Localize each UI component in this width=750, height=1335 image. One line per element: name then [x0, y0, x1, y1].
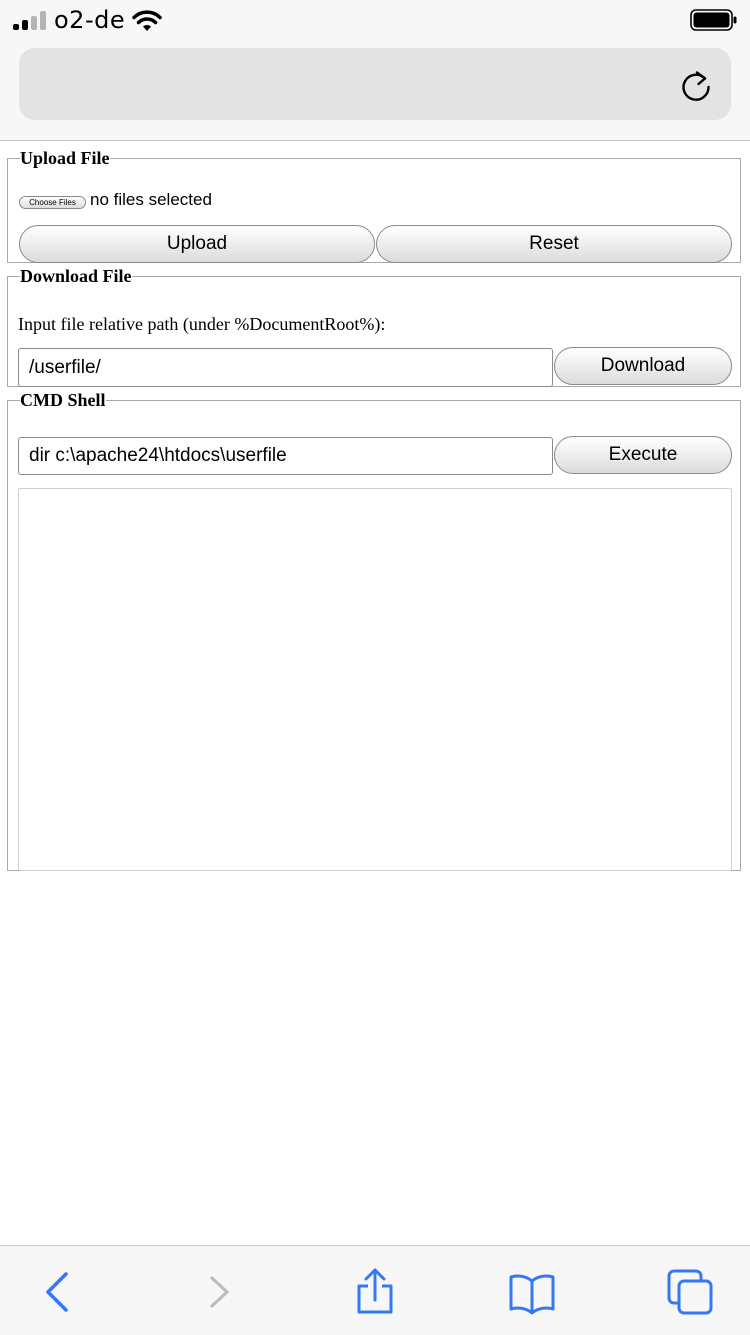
- reload-icon[interactable]: [678, 69, 714, 105]
- back-icon[interactable]: [34, 1268, 82, 1316]
- cmd-section-title: CMD Shell: [20, 390, 106, 410]
- battery-icon: [690, 9, 737, 31]
- tabs-icon[interactable]: [666, 1268, 714, 1316]
- upload-file-section: Upload File Choose Files no files select…: [7, 148, 741, 263]
- download-file-section: Download File Input file relative path (…: [7, 266, 741, 387]
- execute-button[interactable]: Execute: [554, 436, 732, 474]
- choose-files-button[interactable]: Choose Files: [19, 196, 86, 209]
- forward-icon: [210, 1276, 229, 1308]
- bookmarks-icon[interactable]: [508, 1268, 556, 1316]
- download-path-instruction: Input file relative path (under %Documen…: [18, 314, 386, 334]
- share-icon[interactable]: [351, 1268, 399, 1316]
- cmd-shell-section: CMD Shell dir c:\apache24\htdocs\userfil…: [7, 390, 741, 871]
- file-selection-status: no files selected: [90, 190, 212, 209]
- browser-address-area: [0, 40, 750, 141]
- download-path-input[interactable]: /userfile/: [18, 348, 553, 387]
- download-button[interactable]: Download: [554, 347, 732, 385]
- status-bar: o2-de: [0, 0, 750, 40]
- command-input[interactable]: dir c:\apache24\htdocs\userfile: [18, 437, 553, 475]
- signal-strength-icon: [13, 11, 49, 30]
- download-section-title: Download File: [20, 266, 132, 286]
- wifi-icon: [132, 10, 162, 31]
- command-output-textarea[interactable]: [18, 488, 732, 871]
- browser-toolbar: [0, 1245, 750, 1335]
- upload-section-title: Upload File: [20, 148, 110, 168]
- upload-button[interactable]: Upload: [19, 225, 375, 263]
- carrier-name: o2-de: [54, 6, 126, 34]
- address-bar[interactable]: [19, 48, 731, 120]
- command-value: dir c:\apache24\htdocs\userfile: [29, 445, 287, 466]
- download-path-value: /userfile/: [29, 356, 101, 378]
- reset-button[interactable]: Reset: [376, 225, 732, 263]
